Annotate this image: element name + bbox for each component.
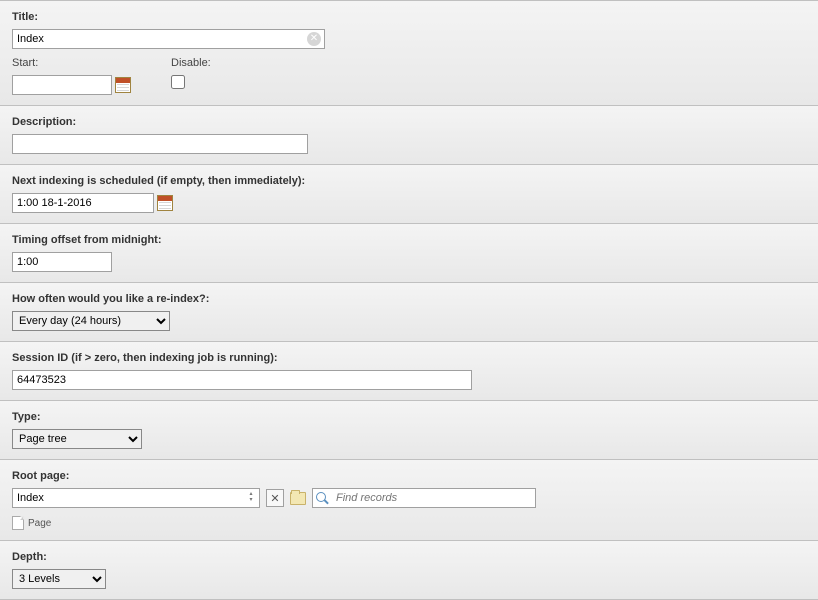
next-indexing-input[interactable] xyxy=(12,193,154,213)
type-section: Type: Page tree xyxy=(0,400,818,460)
timing-offset-input[interactable] xyxy=(12,252,112,272)
disable-checkbox[interactable] xyxy=(171,75,185,89)
reindex-select[interactable]: Every day (24 hours) xyxy=(12,311,170,331)
next-indexing-label: Next indexing is scheduled (if empty, th… xyxy=(12,175,806,187)
title-label: Title: xyxy=(12,11,806,23)
folder-icon[interactable] xyxy=(290,492,306,505)
remove-selected-button[interactable]: ✕ xyxy=(266,489,284,507)
disable-label: Disable: xyxy=(171,57,211,69)
find-records-input[interactable] xyxy=(332,489,532,507)
root-page-section: Root page: ▴▾ ✕ Page xyxy=(0,459,818,541)
description-input[interactable] xyxy=(12,134,308,154)
description-section: Description: xyxy=(0,105,818,165)
session-id-input[interactable] xyxy=(12,370,472,390)
stepper-icon: ▴▾ xyxy=(245,490,257,504)
title-section: Title: ✕ Start: Disable: xyxy=(0,0,818,106)
page-icon xyxy=(12,516,24,530)
description-label: Description: xyxy=(12,116,806,128)
title-input-wrapper: ✕ xyxy=(12,29,325,49)
session-id-label: Session ID (if > zero, then indexing job… xyxy=(12,352,806,364)
type-select[interactable]: Page tree xyxy=(12,429,142,449)
timing-offset-label: Timing offset from midnight: xyxy=(12,234,806,246)
depth-section: Depth: 3 Levels xyxy=(0,540,818,600)
root-page-listbox[interactable]: ▴▾ xyxy=(12,488,260,508)
root-page-label: Root page: xyxy=(12,470,806,482)
depth-select[interactable]: 3 Levels xyxy=(12,569,106,589)
find-records-wrap xyxy=(312,488,536,508)
next-indexing-section: Next indexing is scheduled (if empty, th… xyxy=(0,164,818,224)
page-type-label: Page xyxy=(28,518,51,529)
calendar-icon[interactable] xyxy=(157,195,173,211)
start-label: Start: xyxy=(12,57,131,69)
depth-label: Depth: xyxy=(12,551,806,563)
root-page-selected[interactable] xyxy=(12,488,260,508)
clear-icon[interactable]: ✕ xyxy=(307,32,321,46)
search-icon xyxy=(316,492,329,505)
title-input[interactable] xyxy=(12,29,325,49)
reindex-label: How often would you like a re-index?: xyxy=(12,293,806,305)
timing-offset-section: Timing offset from midnight: xyxy=(0,223,818,283)
reindex-section: How often would you like a re-index?: Ev… xyxy=(0,282,818,342)
start-input[interactable] xyxy=(12,75,112,95)
type-label: Type: xyxy=(12,411,806,423)
session-id-section: Session ID (if > zero, then indexing job… xyxy=(0,341,818,401)
page-type-row: Page xyxy=(12,516,806,530)
calendar-icon[interactable] xyxy=(115,77,131,93)
